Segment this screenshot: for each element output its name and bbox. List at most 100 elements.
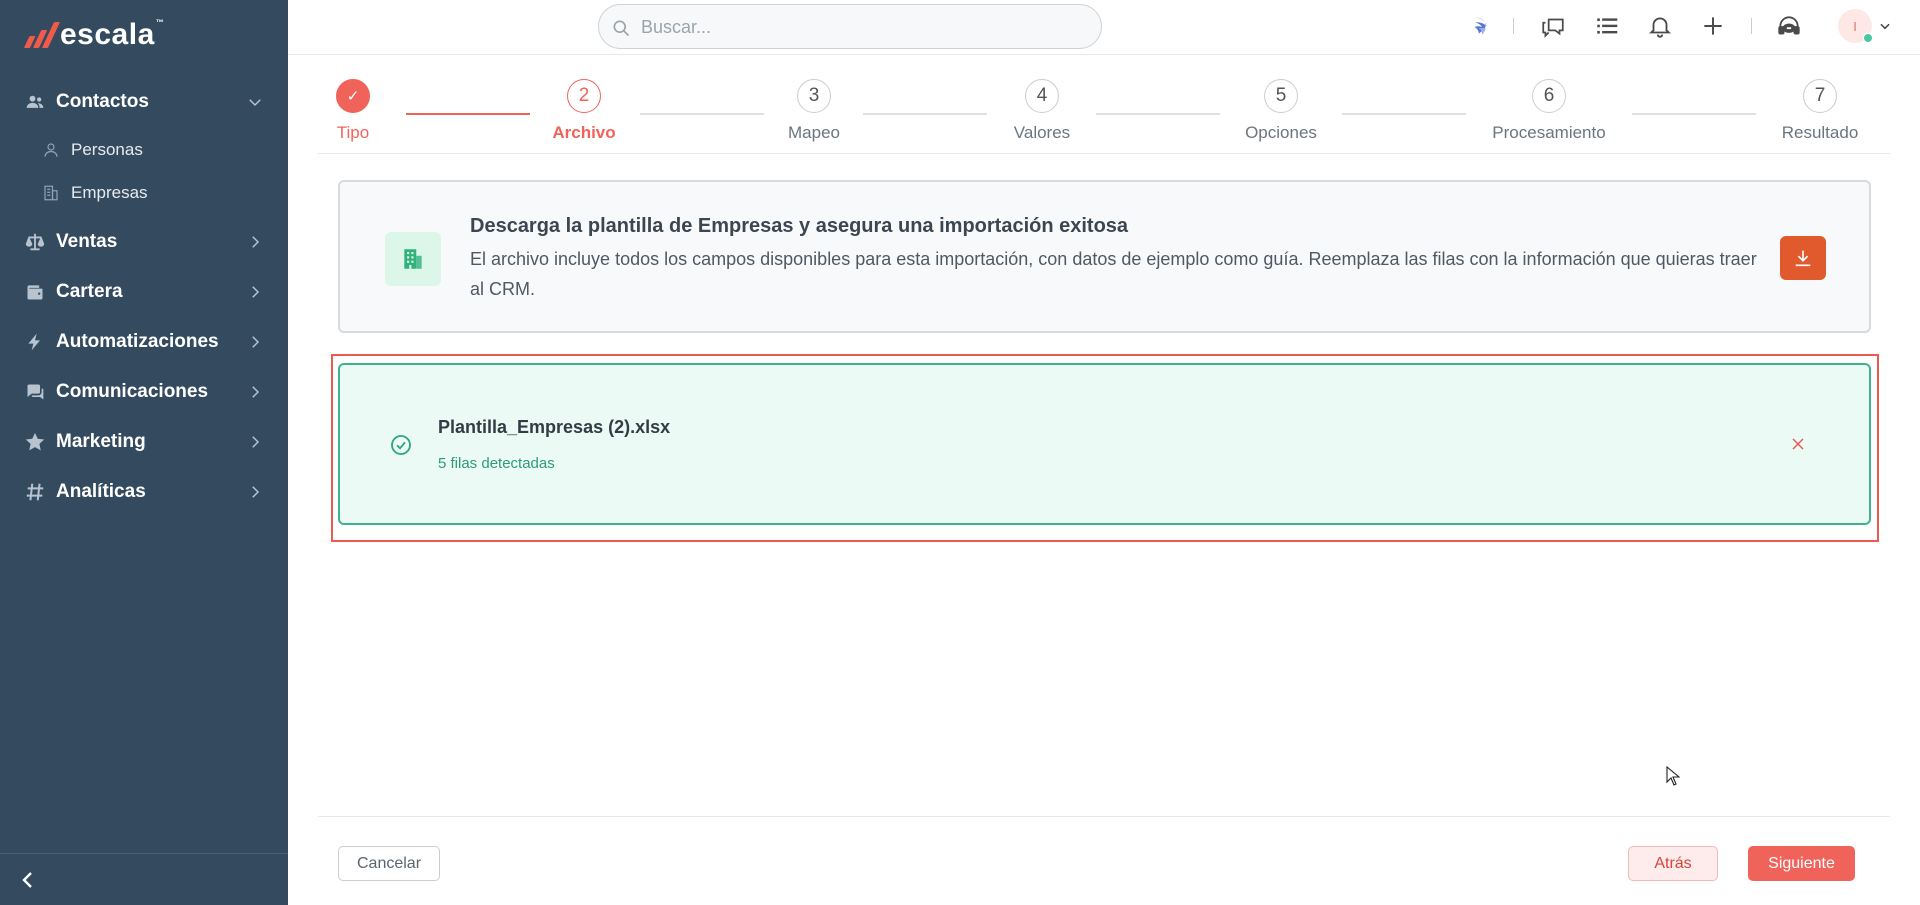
toolbar-separator [1751, 18, 1752, 34]
sidebar-item-label: Automatizaciones [56, 331, 219, 352]
building-icon [44, 185, 58, 201]
step-check-icon: ✓ [336, 79, 370, 113]
step-connector [1342, 113, 1466, 115]
list-icon[interactable] [1594, 13, 1620, 39]
back-button[interactable]: Atrás [1628, 846, 1718, 881]
sidebar-item-contactos[interactable]: Contactos [0, 82, 288, 122]
sidebar-subitem-label: Empresas [71, 183, 148, 202]
step-number: 2 [567, 79, 601, 113]
step-number: 6 [1532, 79, 1566, 113]
sidebar-subitem-empresas[interactable]: Empresas [0, 175, 288, 211]
brand-name: escala [60, 18, 155, 51]
users-icon [24, 91, 46, 113]
step-label: Archivo [552, 123, 616, 142]
step-number: 4 [1025, 79, 1059, 113]
step-label: Valores [1013, 123, 1071, 142]
step-mapeo[interactable]: 3 Mapeo [754, 79, 874, 143]
brand-trademark: ™ [155, 18, 165, 27]
sidebar-footer [0, 853, 288, 905]
step-connector [406, 113, 530, 115]
search-icon [613, 20, 630, 37]
sidebar-item-marketing[interactable]: Marketing [0, 422, 288, 462]
step-tipo[interactable]: ✓ Tipo [293, 79, 413, 143]
mouse-cursor-icon [1666, 766, 1680, 786]
rows-detected: 5 filas detectadas [438, 455, 555, 472]
sidebar-item-comunicaciones[interactable]: Comunicaciones [0, 372, 288, 412]
cancel-button[interactable]: Cancelar [338, 846, 440, 881]
template-download-card: Descarga la plantilla de Empresas y aseg… [338, 180, 1871, 333]
conversations-icon[interactable] [1540, 13, 1566, 39]
step-label: Tipo [336, 123, 370, 142]
online-status-indicator [1863, 33, 1873, 43]
chevron-right-icon [252, 436, 260, 448]
uploaded-file-card: Plantilla_Empresas (2).xlsx 5 filas dete… [338, 363, 1871, 525]
top-bar: I [288, 0, 1920, 55]
sidebar-item-automatizaciones[interactable]: Automatizaciones [0, 322, 288, 362]
lightning-icon [24, 331, 46, 353]
sidebar-item-label: Marketing [56, 431, 146, 452]
step-procesamiento[interactable]: 6 Procesamiento [1489, 79, 1609, 143]
chevron-down-icon [249, 99, 261, 107]
scale-icon [24, 231, 46, 253]
step-label: Procesamiento [1492, 123, 1606, 142]
chevron-right-icon [252, 336, 260, 348]
step-number: 7 [1803, 79, 1837, 113]
sidebar-item-label: Comunicaciones [56, 381, 209, 402]
step-number: 5 [1264, 79, 1298, 113]
search-box[interactable] [598, 4, 1102, 49]
download-icon [1795, 250, 1811, 267]
chevron-right-icon [252, 486, 260, 498]
template-description: El archivo incluye todos los campos disp… [470, 249, 1757, 299]
sidebar-item-cartera[interactable]: Cartera [0, 272, 288, 312]
step-label: Mapeo [788, 123, 840, 142]
search-input[interactable] [641, 13, 1081, 41]
sidebar-item-label: Contactos [56, 91, 149, 112]
chat-icon [24, 381, 46, 403]
sidebar-item-label: Cartera [56, 281, 123, 302]
step-archivo[interactable]: 2 Archivo [524, 79, 644, 143]
sidebar: escala™ Contactos Personas Empresas Vent… [0, 0, 288, 905]
sidebar-item-analiticas[interactable]: Analíticas [0, 472, 288, 512]
avatar-initial: I [1853, 18, 1857, 34]
step-resultado[interactable]: 7 Resultado [1760, 79, 1880, 143]
toolbar-separator [1513, 18, 1514, 34]
check-circle-icon [391, 435, 411, 455]
bell-icon[interactable] [1647, 13, 1673, 39]
step-opciones[interactable]: 5 Opciones [1221, 79, 1341, 143]
step-label: Opciones [1245, 123, 1317, 142]
remove-file-icon[interactable] [1788, 434, 1808, 454]
step-connector [1096, 113, 1220, 115]
step-number: 3 [797, 79, 831, 113]
collapse-sidebar-icon[interactable] [16, 868, 40, 892]
template-title: Descarga la plantilla de Empresas y aseg… [470, 215, 1129, 237]
chevron-right-icon [252, 236, 260, 248]
step-connector [863, 113, 987, 115]
step-connector [1632, 113, 1756, 115]
chevron-down-icon[interactable] [1878, 19, 1892, 33]
step-valores[interactable]: 4 Valores [982, 79, 1102, 143]
wing-logo-icon[interactable] [1468, 13, 1494, 39]
brand-logo[interactable]: escala™ [23, 18, 165, 52]
next-button[interactable]: Siguiente [1748, 846, 1855, 881]
hash-icon [24, 481, 46, 503]
sidebar-subitem-personas[interactable]: Personas [0, 132, 288, 168]
building-icon [385, 232, 441, 286]
chevron-right-icon [252, 386, 260, 398]
wallet-icon [24, 281, 46, 303]
uploaded-file-name: Plantilla_Empresas (2).xlsx [438, 417, 671, 437]
step-label: Resultado [1781, 123, 1859, 142]
sidebar-item-label: Ventas [56, 231, 118, 252]
person-icon [44, 143, 58, 157]
sidebar-item-ventas[interactable]: Ventas [0, 222, 288, 262]
sidebar-subitem-label: Personas [71, 140, 143, 159]
support-headset-icon[interactable] [1776, 13, 1802, 39]
star-icon [24, 431, 46, 453]
footer-divider [318, 816, 1890, 817]
sidebar-item-label: Analíticas [56, 481, 146, 502]
step-connector [640, 113, 764, 115]
plus-icon[interactable] [1700, 13, 1726, 39]
chevron-right-icon [252, 286, 260, 298]
download-template-button[interactable] [1780, 236, 1826, 280]
import-stepper: ✓ Tipo 2 Archivo 3 Mapeo 4 Valores 5 Opc… [318, 55, 1890, 154]
logo-mark-icon [23, 22, 61, 48]
